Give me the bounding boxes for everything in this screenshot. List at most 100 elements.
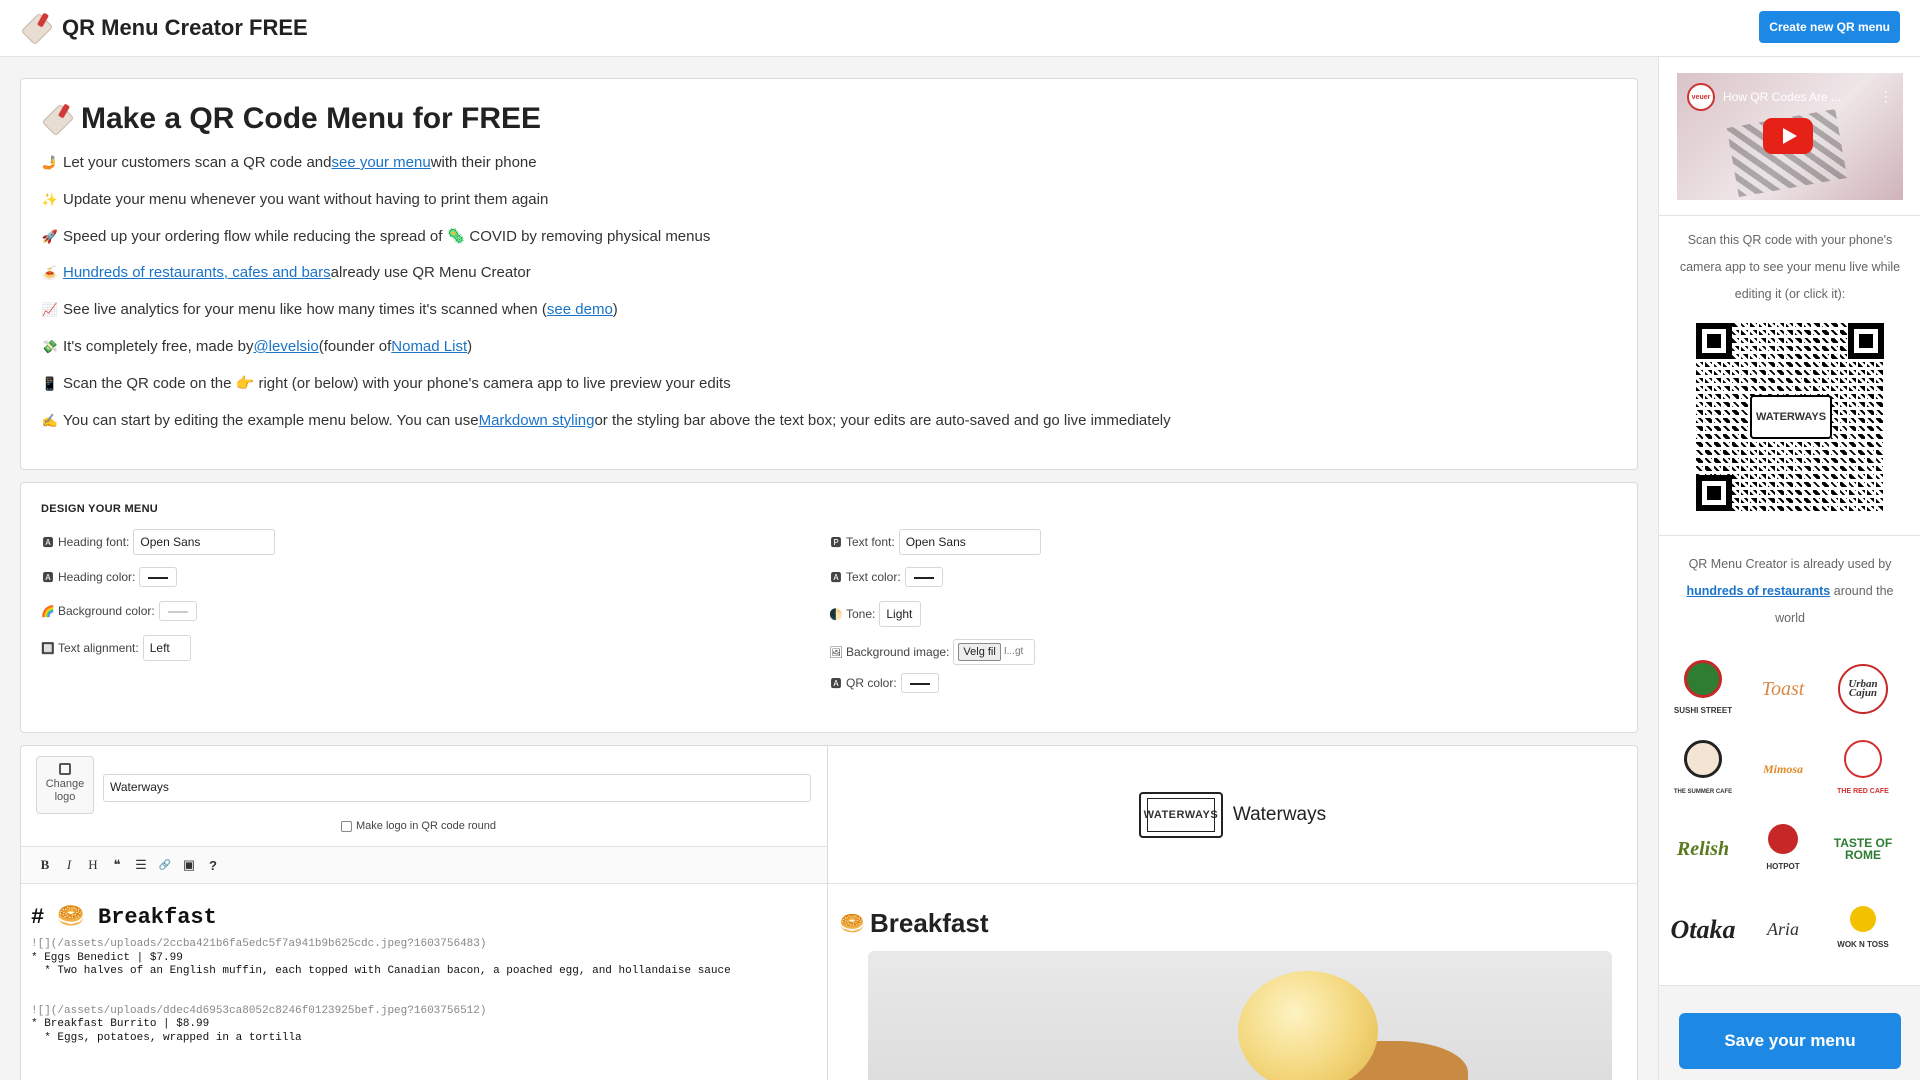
scan-instructions: Scan this QR code with your phone's came… — [1679, 233, 1901, 301]
markdown-textarea[interactable]: # 🥯 Breakfast ![](/assets/uploads/2ccba4… — [31, 904, 821, 1045]
rainbow-icon: 🌈 — [41, 605, 55, 618]
image-button[interactable]: ▣ — [177, 853, 201, 877]
customer-logo[interactable]: WOK N TOSS — [1831, 901, 1895, 957]
phone-icon: 📱 — [41, 375, 59, 391]
customer-logo[interactable]: SUSHI STREET — [1671, 660, 1735, 717]
text-color-picker[interactable] — [904, 567, 943, 587]
customer-logo[interactable]: Mimosa — [1751, 741, 1815, 797]
restaurants-link[interactable]: Hundreds of restaurants, cafes and bars — [63, 263, 331, 283]
heading-font-label: Heading font: — [58, 535, 130, 549]
levelsio-link[interactable]: @levelsio — [253, 337, 318, 357]
used-by-text: QR Menu Creator is already used by hundr… — [1677, 551, 1903, 632]
customer-logo[interactable]: TASTE OF ROME — [1831, 821, 1895, 877]
list-button[interactable]: ☰ — [129, 853, 153, 877]
feature-item: ✍️ You can start by editing the example m… — [41, 411, 1171, 448]
help-button[interactable]: ? — [201, 853, 225, 877]
youtube-video[interactable]: veuer How QR Codes Are ... ⋮ — [1677, 73, 1903, 200]
background-color-row: 🌈 Background color: — [41, 601, 197, 621]
logo-label: THE SUMMER CAFE — [1673, 789, 1733, 795]
see-your-menu-link[interactable]: see your menu — [331, 153, 430, 173]
qr-color-label: QR color: — [846, 676, 897, 690]
tag-icon — [20, 10, 56, 46]
feature-item: 🚀 Speed up your ordering flow while reduc… — [41, 227, 1171, 264]
writing-hand-icon: ✍️ — [41, 412, 59, 428]
logo-label: WOK N TOSS — [1837, 940, 1889, 949]
link-button[interactable]: 🔗 — [153, 853, 177, 877]
floppy-icon — [59, 763, 71, 775]
hundreds-of-restaurants-link[interactable]: hundreds of restaurants — [1686, 584, 1830, 598]
heading-color-picker[interactable] — [139, 567, 178, 587]
qr-color-row: 🅰 QR color: — [829, 673, 939, 693]
intro-card: Make a QR Code Menu for FREE 🤳 Let your c… — [20, 78, 1638, 470]
logo-label: THE RED CAFE — [1837, 788, 1889, 795]
feature-text: You can start by editing the example men… — [63, 411, 479, 429]
create-new-menu-button[interactable]: Create new QR menu — [1759, 11, 1900, 43]
text-alignment-select[interactable]: Left — [142, 635, 191, 661]
qr-color-picker[interactable] — [900, 673, 939, 693]
intro-heading: Make a QR Code Menu for FREE — [41, 101, 541, 137]
letter-p-icon: 🅿 — [830, 537, 842, 549]
round-logo-checkbox[interactable] — [341, 820, 352, 832]
heading-font-select[interactable]: Open Sans — [133, 529, 276, 555]
logo-label: Otaka — [1670, 914, 1736, 944]
file-name: I...gt — [1003, 646, 1024, 657]
save-menu-button[interactable]: Save your menu — [1679, 1013, 1901, 1069]
text-alignment-row: 🔲 Text alignment: Left — [41, 635, 191, 661]
italic-button[interactable]: I — [57, 853, 81, 877]
background-image-file-input[interactable]: Velg fil I...gt — [953, 639, 1036, 665]
nomad-list-link[interactable]: Nomad List — [391, 337, 467, 357]
customer-logo[interactable]: Relish — [1671, 821, 1735, 877]
feature-text: ) — [467, 337, 473, 355]
play-icon[interactable] — [1763, 118, 1813, 154]
restaurant-name-input[interactable]: Waterways — [103, 774, 811, 802]
preview-section-title: 🥯 Breakfast — [838, 908, 989, 939]
letter-a-icon: 🅰 — [42, 537, 54, 549]
logo-label: Relish — [1676, 837, 1730, 860]
background-color-label: Background color: — [58, 604, 155, 618]
section-title-text: Breakfast — [870, 908, 989, 938]
feature-item: 🤳 Let your customers scan a QR code and s… — [41, 153, 1171, 190]
menu-preview: WATERWAYS Waterways 🥯 Breakfast — [827, 745, 1638, 1080]
qr-code[interactable]: WATERWAYS — [1696, 323, 1884, 511]
channel-avatar: veuer — [1687, 83, 1715, 111]
tag-icon — [41, 101, 77, 137]
customer-logo[interactable]: Otaka — [1670, 901, 1736, 957]
background-color-picker[interactable] — [158, 601, 197, 621]
customer-logo[interactable]: THE RED CAFE — [1831, 740, 1895, 797]
customer-logo[interactable]: Toast — [1751, 661, 1815, 717]
markdown-styling-link[interactable]: Markdown styling — [479, 411, 595, 431]
customer-logo[interactable]: Aria — [1751, 901, 1815, 957]
customer-logo[interactable]: THE SUMMER CAFE — [1671, 740, 1735, 797]
square-icon: 🔲 — [41, 642, 55, 655]
half-moon-icon: 🌓 — [829, 608, 843, 621]
brand[interactable]: QR Menu Creator FREE — [20, 10, 308, 46]
text-font-row: 🅿 Text font: Open Sans — [829, 529, 1041, 555]
round-logo-option[interactable]: Make logo in QR code round — [341, 820, 496, 832]
logo-label: SUSHI STREET — [1673, 706, 1733, 715]
bold-button[interactable]: B — [33, 853, 57, 877]
code-image-link: ![](/assets/uploads/ddec4d6953ca8052c824… — [31, 1004, 487, 1017]
feature-item: ✨ Update your menu whenever you want with… — [41, 190, 1171, 227]
customer-logo[interactable]: Urban Cajun — [1831, 661, 1895, 717]
used-by-before: QR Menu Creator is already used by — [1688, 557, 1892, 571]
change-logo-button[interactable]: Change logo — [36, 756, 94, 814]
heading-button[interactable]: H — [81, 853, 105, 877]
feature-text: with their phone — [430, 154, 537, 171]
code-item: * Eggs Benedict | $7.99 — [31, 951, 183, 964]
text-color-label: Text color: — [846, 570, 901, 584]
see-demo-link[interactable]: see demo — [547, 300, 613, 320]
text-color-row: 🅰 Text color: — [829, 567, 943, 587]
text-font-select[interactable]: Open Sans — [898, 529, 1041, 555]
logo-label: Mimosa — [1762, 761, 1803, 776]
feature-text: Speed up your ordering flow while reduci… — [63, 227, 711, 245]
feature-text: See live analytics for your menu like ho… — [63, 301, 547, 319]
tone-select[interactable]: Light — [879, 601, 922, 627]
more-icon[interactable]: ⋮ — [1879, 88, 1893, 105]
logo-label: TASTE OF ROME — [1833, 836, 1893, 862]
choose-file-button[interactable]: Velg fil — [958, 643, 1001, 661]
text-alignment-label: Text alignment: — [58, 641, 139, 655]
feature-text: already use QR Menu Creator — [330, 264, 531, 282]
text-font-label: Text font: — [846, 535, 895, 549]
quote-button[interactable]: ❝ — [105, 853, 129, 877]
customer-logo[interactable]: HOTPOT — [1751, 821, 1815, 877]
